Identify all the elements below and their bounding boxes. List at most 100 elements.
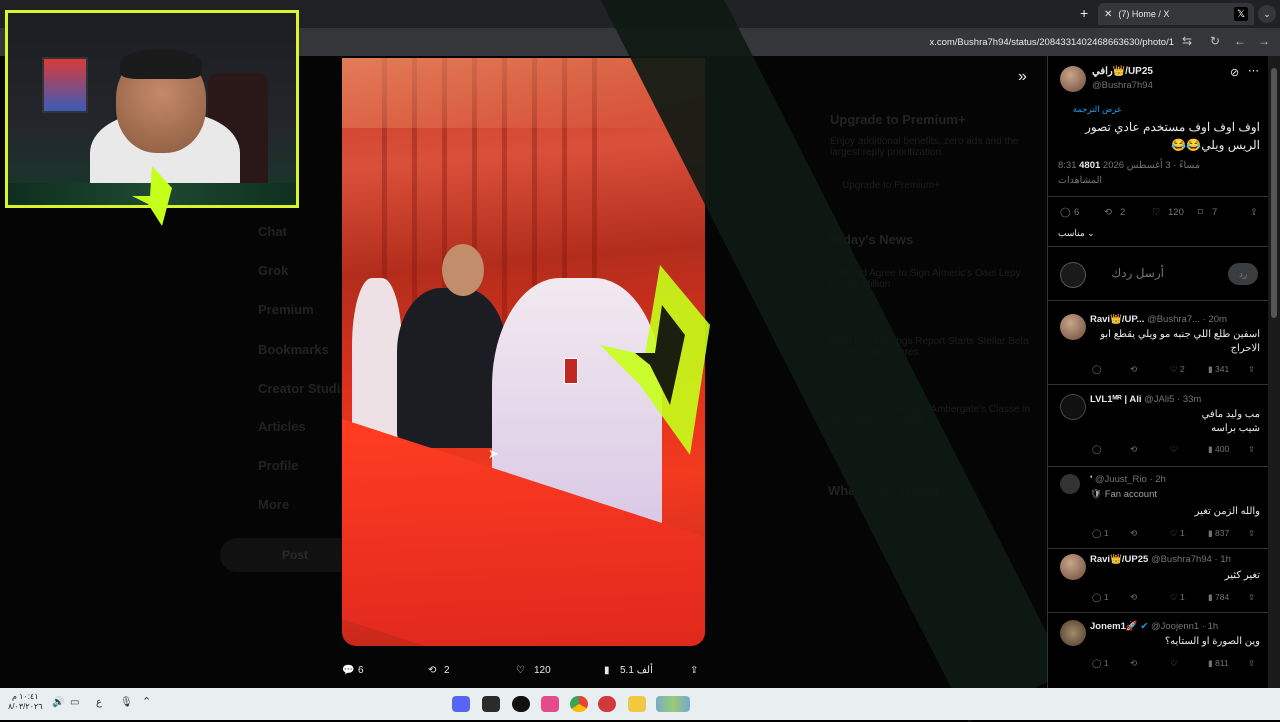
- reply-input[interactable]: أرسل ردك: [1088, 266, 1164, 280]
- avatar[interactable]: [1060, 620, 1086, 646]
- repost-icon[interactable]: ⟲: [1130, 528, 1137, 539]
- reply-time[interactable]: · 1h: [1214, 554, 1230, 565]
- more-options-icon[interactable]: ⋯: [1248, 64, 1259, 77]
- tweet-author-name[interactable]: رافي👑/UP25: [1092, 66, 1153, 77]
- share-post-icon[interactable]: ⇪: [690, 665, 698, 676]
- reply-icon[interactable]: ◯: [1092, 364, 1102, 375]
- reply-time[interactable]: · 20m: [1203, 314, 1227, 325]
- reply-item[interactable]: Ravi👑/UP... @Bushra7... · 20m اسفين طلع …: [1048, 300, 1268, 384]
- reply-text: تغير كثير: [1224, 570, 1260, 581]
- like-icon[interactable]: ♡: [516, 665, 525, 676]
- address-bar[interactable]: x.com/Bushra7h94/status/2084331402468663…: [860, 32, 1200, 52]
- reply-author-name[interactable]: Ravi👑/UP25: [1090, 554, 1148, 565]
- tweet-author-handle[interactable]: @Bushra7h94: [1092, 80, 1153, 91]
- browser-tab[interactable]: ✕ (7) Home / X 𝕏: [1098, 3, 1254, 25]
- share-icon[interactable]: ⇪: [1248, 592, 1255, 603]
- share-icon[interactable]: ⇪: [1248, 444, 1255, 455]
- reply-views-count: 341: [1215, 364, 1230, 374]
- app-icon[interactable]: [512, 696, 530, 712]
- views-icon: ▮ 400: [1208, 444, 1230, 454]
- reply-time[interactable]: · 1h: [1202, 621, 1218, 632]
- reply-button[interactable]: رد: [1228, 263, 1258, 285]
- file-explorer-icon[interactable]: [628, 696, 646, 712]
- reply-author-name[interactable]: ': [1090, 474, 1092, 485]
- bookmark-icon[interactable]: ⌑: [1198, 207, 1203, 218]
- like-icon[interactable]: ♡ 1: [1170, 528, 1185, 539]
- back-icon[interactable]: ←: [1234, 34, 1246, 48]
- reply-reply-count: 1: [1103, 658, 1109, 668]
- input-language[interactable]: ع: [96, 697, 102, 708]
- reply-author-name[interactable]: LVL1ᴹᴿ | Ali: [1090, 394, 1142, 405]
- like-icon[interactable]: ♡ 2: [1170, 364, 1185, 375]
- avatar[interactable]: [1060, 66, 1086, 92]
- like-icon[interactable]: ♡: [1170, 658, 1178, 669]
- app-icon[interactable]: [541, 696, 559, 712]
- repost-icon[interactable]: ⟲: [428, 665, 436, 676]
- tab-search-icon[interactable]: ⌄: [1258, 5, 1276, 23]
- scrollbar-thumb[interactable]: [1271, 68, 1277, 318]
- reload-icon[interactable]: ↻: [1210, 34, 1220, 48]
- reply-icon[interactable]: ◯ 1: [1092, 658, 1109, 669]
- reply-author-name[interactable]: Ravi👑/UP...: [1090, 314, 1144, 325]
- reply-icon[interactable]: ◯ 1: [1092, 592, 1109, 603]
- reply-time[interactable]: · 33m: [1177, 394, 1201, 405]
- translate-link[interactable]: عرض الترجمة: [1060, 104, 1122, 115]
- share-icon[interactable]: ⇪: [1248, 658, 1255, 669]
- reply-icon[interactable]: 💬: [342, 665, 354, 676]
- volume-icon[interactable]: 🔊: [52, 697, 64, 708]
- repost-icon[interactable]: ⟲: [1130, 444, 1137, 455]
- nav-item-more: More: [258, 497, 290, 512]
- collapse-panel-icon[interactable]: »: [1018, 68, 1027, 86]
- forward-icon[interactable]: →: [1258, 34, 1270, 48]
- reply-author-name[interactable]: Jonem1🚀: [1090, 621, 1138, 632]
- reply-item[interactable]: ' @Juust_Rio · 2h 🛡 Fan account والله ال…: [1048, 466, 1268, 548]
- discord-icon[interactable]: [452, 696, 470, 712]
- reply-item[interactable]: Jonem1🚀 ✔ @Joojenn1 · 1h وين الصورة او ا…: [1048, 612, 1268, 688]
- microphone-icon[interactable]: 🎙: [120, 697, 133, 708]
- views-icon: ▮ 784: [1208, 592, 1230, 602]
- like-icon[interactable]: ♡: [1170, 444, 1178, 455]
- share-icon[interactable]: ⇪: [1248, 364, 1255, 375]
- capcut-icon[interactable]: [482, 696, 500, 712]
- premium-button: Upgrade to Premium+: [842, 180, 941, 191]
- tweet-like-count: 120: [1168, 207, 1184, 218]
- app-icon[interactable]: [598, 696, 616, 712]
- avatar[interactable]: [1060, 394, 1086, 420]
- reply-time[interactable]: · 2h: [1149, 474, 1165, 485]
- repost-icon[interactable]: ⟲: [1130, 658, 1137, 669]
- sort-label: مناسب: [1058, 228, 1085, 238]
- repost-icon[interactable]: ⟲: [1104, 207, 1112, 218]
- reply-author-handle[interactable]: @Joojenn1: [1151, 621, 1199, 632]
- reply-item[interactable]: Ravi👑/UP25 @Bushra7h94 · 1h تغير كثير ◯ …: [1048, 548, 1268, 610]
- share-icon[interactable]: ⇪: [1248, 528, 1255, 539]
- reply-item[interactable]: LVL1ᴹᴿ | Ali @JAli5 · 33m مب وليد مافي ش…: [1048, 384, 1268, 466]
- repost-icon[interactable]: ⟲: [1130, 592, 1137, 603]
- like-icon[interactable]: ♡ 1: [1170, 592, 1185, 603]
- chrome-icon[interactable]: [570, 696, 588, 712]
- reply-icon[interactable]: ◯ 1: [1092, 528, 1109, 539]
- avatar[interactable]: [1060, 314, 1086, 340]
- reply-author-handle[interactable]: @JAli5: [1144, 394, 1174, 405]
- sort-dropdown[interactable]: مناسب ⌄: [1058, 228, 1095, 239]
- scrollbar[interactable]: [1268, 56, 1280, 688]
- reply-icon[interactable]: ◯: [1060, 207, 1071, 218]
- like-icon[interactable]: ♡: [1152, 207, 1161, 218]
- close-tab-icon[interactable]: ✕: [1104, 9, 1112, 20]
- reply-author-handle[interactable]: @Bushra7...: [1147, 314, 1200, 325]
- share-icon[interactable]: ⇆: [1182, 34, 1192, 48]
- reply-author-handle[interactable]: @Juust_Rio: [1095, 474, 1147, 485]
- network-icon[interactable]: ▭: [70, 697, 79, 708]
- grok-icon[interactable]: ⊘: [1230, 66, 1239, 79]
- x-logo-icon: 𝕏: [1234, 7, 1248, 21]
- url-text: x.com/Bushra7h94/status/2084331402468663…: [929, 36, 1174, 48]
- taskbar-clock[interactable]: ١٠:٤١ م ٨/٠٣/٢٠٢٦: [8, 692, 43, 712]
- repost-icon[interactable]: ⟲: [1130, 364, 1137, 375]
- reply-author-handle[interactable]: @Bushra7h94: [1151, 554, 1212, 565]
- share-icon[interactable]: ⇪: [1250, 207, 1258, 218]
- chevron-up-icon[interactable]: ⌃: [142, 695, 151, 708]
- reply-icon[interactable]: ◯: [1092, 444, 1102, 455]
- avatar[interactable]: [1060, 474, 1080, 494]
- new-tab-button[interactable]: +: [1080, 5, 1088, 21]
- app-group-icon[interactable]: [656, 696, 690, 712]
- avatar[interactable]: [1060, 554, 1086, 580]
